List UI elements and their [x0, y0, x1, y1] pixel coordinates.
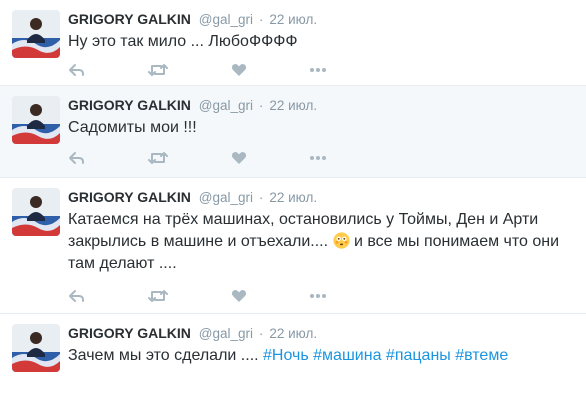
like-icon[interactable] [231, 288, 255, 308]
hashtag-link[interactable]: #пацаны [386, 347, 451, 364]
author-name[interactable]: GRIGORY GALKIN [68, 11, 191, 27]
separator: · [258, 190, 264, 205]
tweet-text: Зачем мы это сделали .... #Ночь #машина … [68, 345, 574, 367]
timestamp[interactable]: 22 июл. [269, 12, 317, 27]
tweet-text-segment: Садомиты мои !!! [68, 119, 197, 136]
avatar[interactable] [12, 96, 60, 144]
tweet-text: Катаемся на трёх машинах, остановились у… [68, 209, 574, 275]
hashtag-link[interactable]: #машина [313, 347, 381, 364]
author-name[interactable]: GRIGORY GALKIN [68, 189, 191, 205]
tweet-text-segment: Зачем мы это сделали .... [68, 347, 264, 364]
tweet[interactable]: GRIGORY GALKIN @gal_gri · 22 июл. Садоми… [0, 86, 586, 178]
timestamp[interactable]: 22 июл. [269, 326, 317, 341]
avatar[interactable] [12, 188, 60, 236]
avatar[interactable] [12, 324, 60, 372]
reply-icon[interactable] [68, 150, 92, 170]
tweet-text-segment: Ну это так мило ... ЛюбоФФФФ [68, 33, 298, 50]
flushed-face-emoji [332, 232, 350, 250]
separator: · [258, 12, 264, 27]
hashtag-link[interactable]: #втеме [455, 347, 508, 364]
timestamp[interactable]: 22 июл. [269, 98, 317, 113]
retweet-icon[interactable] [148, 150, 172, 170]
retweet-icon[interactable] [148, 62, 172, 82]
more-icon[interactable] [308, 62, 332, 82]
reply-icon[interactable] [68, 288, 92, 308]
tweet-feed: GRIGORY GALKIN @gal_gri · 22 июл. Ну это… [0, 0, 586, 409]
author-handle[interactable]: @gal_gri [199, 190, 253, 205]
author-handle[interactable]: @gal_gri [199, 12, 253, 27]
tweet[interactable]: GRIGORY GALKIN @gal_gri · 22 июл. Зачем … [0, 314, 586, 409]
tweet-text: Ну это так мило ... ЛюбоФФФФ [68, 31, 574, 53]
like-icon[interactable] [231, 150, 255, 170]
tweet[interactable]: GRIGORY GALKIN @gal_gri · 22 июл. Катаем… [0, 178, 586, 314]
reply-icon[interactable] [68, 62, 92, 82]
author-name[interactable]: GRIGORY GALKIN [68, 97, 191, 113]
author-handle[interactable]: @gal_gri [199, 326, 253, 341]
separator: · [258, 98, 264, 113]
like-icon[interactable] [231, 62, 255, 82]
author-handle[interactable]: @gal_gri [199, 98, 253, 113]
more-icon[interactable] [308, 288, 332, 308]
more-icon[interactable] [308, 150, 332, 170]
retweet-icon[interactable] [148, 288, 172, 308]
tweet[interactable]: GRIGORY GALKIN @gal_gri · 22 июл. Ну это… [0, 0, 586, 86]
hashtag-link[interactable]: #Ночь [263, 347, 309, 364]
author-name[interactable]: GRIGORY GALKIN [68, 325, 191, 341]
separator: · [258, 326, 264, 341]
timestamp[interactable]: 22 июл. [269, 190, 317, 205]
avatar[interactable] [12, 10, 60, 58]
tweet-text: Садомиты мои !!! [68, 117, 574, 139]
